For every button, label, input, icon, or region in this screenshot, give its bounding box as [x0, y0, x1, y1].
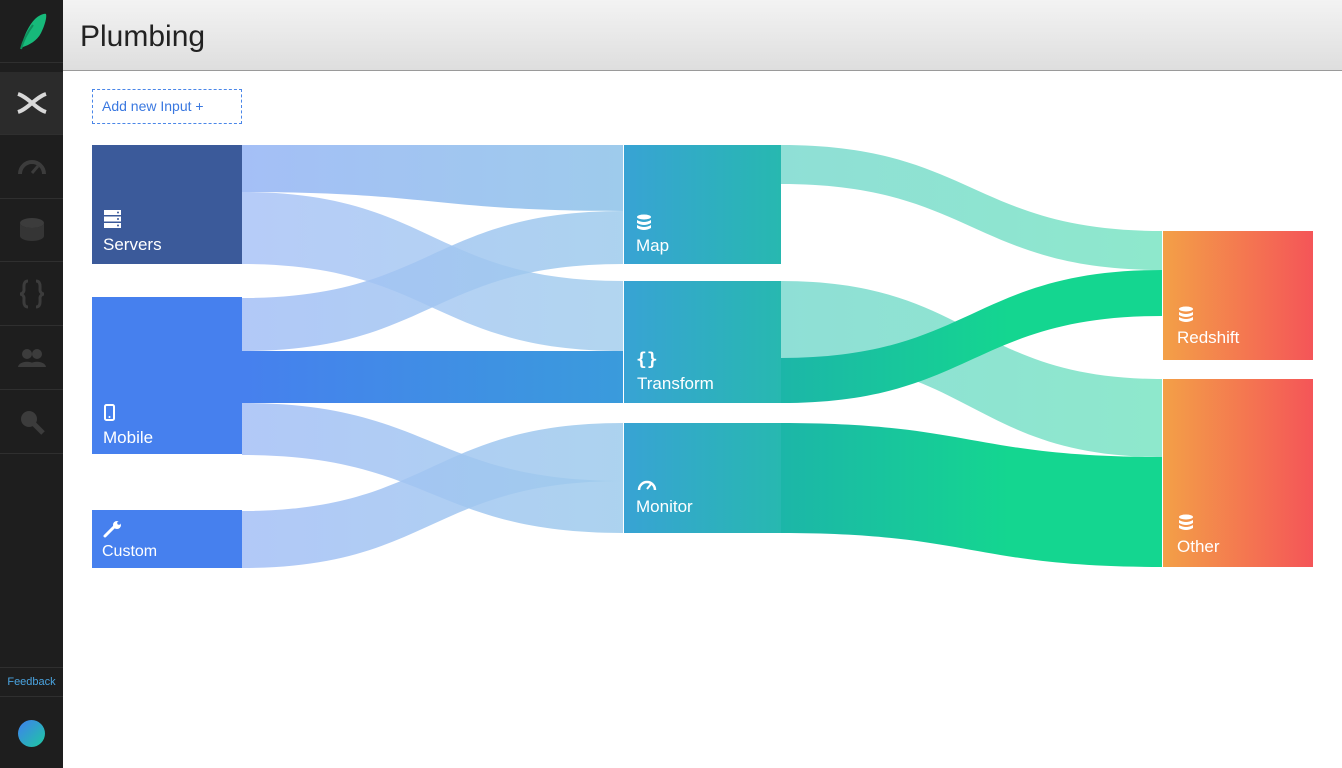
processor-node-monitor[interactable]: Monitor [624, 423, 781, 533]
node-label: Transform [637, 374, 714, 393]
processor-node-map[interactable]: Map [624, 145, 781, 264]
input-node-custom[interactable]: Custom [92, 510, 242, 568]
node-label: Servers [103, 235, 162, 254]
node-label: Monitor [636, 497, 693, 516]
server-icon [104, 210, 121, 228]
output-node-other[interactable]: Other [1163, 379, 1313, 567]
input-node-mobile[interactable]: Mobile [92, 297, 242, 454]
input-node-servers[interactable]: Servers [92, 145, 242, 264]
node-label: Other [1177, 537, 1220, 556]
processor-node-transform[interactable]: {} Transform [624, 281, 781, 403]
output-links [781, 145, 1162, 567]
input-links [242, 145, 623, 568]
flow-link[interactable] [781, 145, 1162, 270]
node-label: Redshift [1177, 328, 1240, 347]
database-icon [637, 214, 651, 230]
braces-icon: {} [636, 349, 658, 370]
node-label: Map [636, 236, 669, 255]
output-node-redshift[interactable]: Redshift [1163, 231, 1313, 360]
database-icon [1179, 514, 1193, 530]
flow-link[interactable] [242, 351, 623, 403]
node-label: Custom [102, 543, 157, 560]
flow-diagram: Servers Mobile Custom Map {} Transform M… [92, 145, 1313, 568]
node-label: Mobile [103, 428, 153, 447]
database-icon [1179, 306, 1193, 322]
